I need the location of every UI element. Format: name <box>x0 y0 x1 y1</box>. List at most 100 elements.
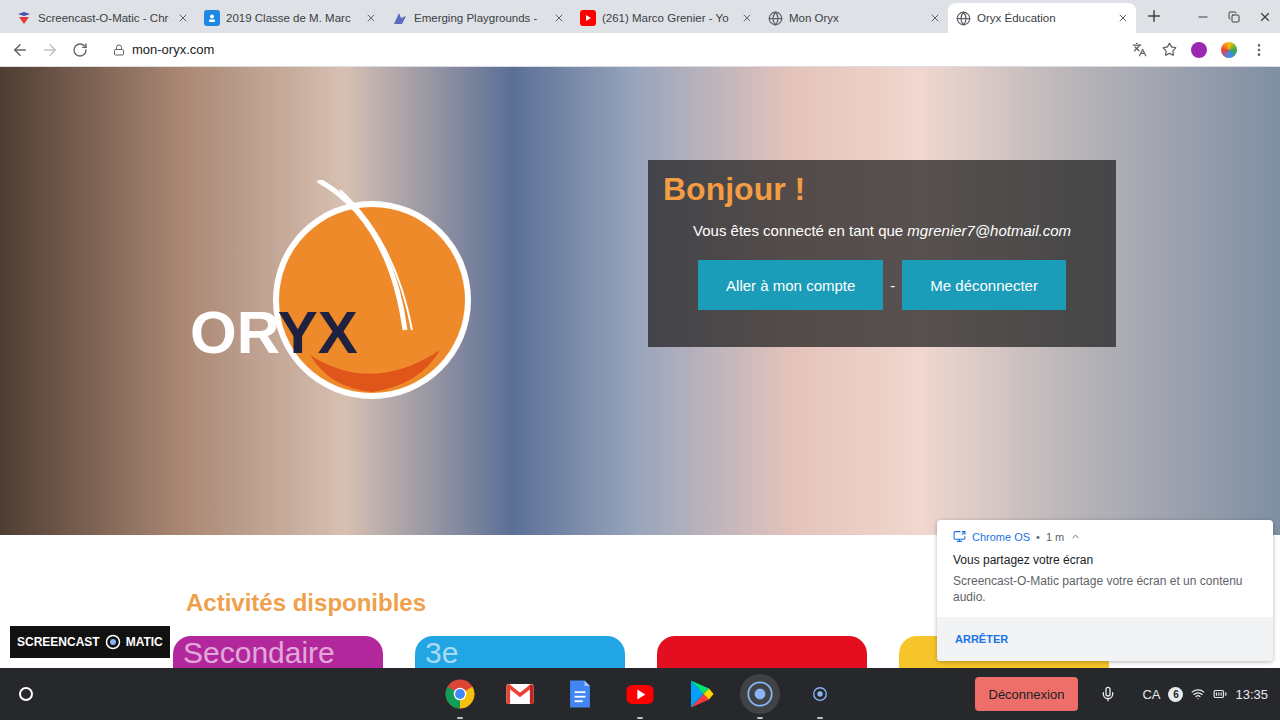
close-icon[interactable] <box>740 11 754 25</box>
shelf-app[interactable] <box>800 674 840 714</box>
extension-button[interactable] <box>1184 35 1214 65</box>
battery-icon <box>1213 687 1227 701</box>
extension-icon <box>1221 42 1237 58</box>
welcome-panel: Bonjour ! Vous êtes connecté en tant que … <box>648 160 1116 347</box>
tab-title: Screencast-O-Matic - Chr <box>38 12 170 24</box>
record-icon <box>105 634 121 650</box>
tab-title: (261) Marco Grenier - Yo <box>602 12 734 24</box>
youtube-icon <box>580 10 596 26</box>
shelf-app[interactable] <box>560 674 600 714</box>
screen: Screencast-O-Matic - Chr 2019 Classe de M… <box>0 0 1280 720</box>
close-icon[interactable] <box>928 11 942 25</box>
running-indicator <box>457 717 463 719</box>
extension-button[interactable] <box>1214 35 1244 65</box>
language: CA <box>1142 687 1160 702</box>
welcome-title: Bonjour ! <box>648 170 1116 208</box>
menu-icon <box>1251 42 1267 58</box>
translate-button[interactable] <box>1124 35 1154 65</box>
browser-tab[interactable]: Mon Oryx <box>760 3 948 33</box>
docs-icon <box>562 676 598 712</box>
account-button[interactable]: Aller à mon compte <box>698 260 883 310</box>
logout-button[interactable]: Me déconnecter <box>902 260 1066 310</box>
close-icon[interactable] <box>176 11 190 25</box>
extension-icon <box>1191 42 1207 58</box>
shelf-app[interactable] <box>500 674 540 714</box>
mic-icon[interactable] <box>1100 686 1116 702</box>
notification-badge: 6 <box>1168 687 1183 702</box>
notification: Chrome OS•1 mVous partagez votre écranSc… <box>937 520 1273 661</box>
browser-tab[interactable]: 2019 Classe de M. Marc <box>196 3 384 33</box>
address-text: mon-oryx.com <box>132 42 214 57</box>
chrome-icon <box>442 676 478 712</box>
activity-card[interactable] <box>657 636 867 668</box>
tab-title: Mon Oryx <box>789 12 922 24</box>
launcher-icon <box>19 687 33 701</box>
close-button[interactable] <box>1249 0 1280 33</box>
running-indicator <box>817 717 823 719</box>
activity-card[interactable]: 3e <box>415 636 625 668</box>
youtube-icon <box>622 676 658 712</box>
shelf-app[interactable] <box>740 674 780 714</box>
signout-button[interactable]: Déconnexion <box>975 677 1079 711</box>
shelf-app[interactable] <box>620 674 660 714</box>
close-icon[interactable] <box>364 11 378 25</box>
globe-icon <box>768 11 783 26</box>
clock: 13:35 <box>1235 687 1268 702</box>
classroom-icon <box>204 10 220 26</box>
close-icon <box>1258 10 1272 24</box>
browser-tab[interactable]: Screencast-O-Matic - Chr <box>8 3 196 33</box>
close-icon[interactable] <box>1116 11 1130 25</box>
tab-title: Oryx Éducation <box>977 12 1110 24</box>
web-page: ORYX Bonjour ! Vous êtes connecté en tant … <box>0 67 1280 668</box>
screen-share-icon <box>953 530 966 543</box>
minimize-icon <box>1196 10 1210 24</box>
menu-button[interactable] <box>1244 35 1274 65</box>
plus-icon <box>1145 7 1163 25</box>
system-tray[interactable]: CA 6 13:35 <box>1126 687 1272 702</box>
screencast-icon <box>16 10 32 26</box>
shelf-app[interactable] <box>440 674 480 714</box>
account-actions: Aller à mon compte-Me déconnecter <box>648 260 1116 310</box>
back-button[interactable] <box>5 35 35 65</box>
close-icon[interactable] <box>552 11 566 25</box>
running-indicator <box>637 717 643 719</box>
tab-title: Emerging Playgrounds - <box>414 12 546 24</box>
browser-tab[interactable]: (261) Marco Grenier - Yo <box>572 3 760 33</box>
restore-icon <box>1228 11 1240 23</box>
reload-icon <box>72 42 88 58</box>
lock-icon <box>113 44 125 56</box>
shelf: Déconnexion CA 6 13:35 <box>0 668 1280 720</box>
hero-photo: ORYX Bonjour ! Vous êtes connecté en tant … <box>0 67 1280 535</box>
notification-title: Vous partagez votre écran <box>953 553 1257 567</box>
status-area: Déconnexion CA 6 13:35 <box>975 677 1273 711</box>
address-bar[interactable]: mon-oryx.com <box>95 42 1124 57</box>
new-tab-button[interactable] <box>1140 2 1168 30</box>
gmail-icon <box>502 676 538 712</box>
launcher-button[interactable] <box>8 676 44 712</box>
browser-tab[interactable]: Emerging Playgrounds - <box>384 3 572 33</box>
running-indicator <box>757 717 763 719</box>
chevron-up-icon[interactable] <box>1070 531 1081 542</box>
restore-button[interactable] <box>1218 0 1249 33</box>
translate-icon <box>1132 42 1147 57</box>
screencast-icon <box>742 676 778 712</box>
forward-button[interactable] <box>35 35 65 65</box>
wifi-icon <box>1191 687 1205 701</box>
screencast-watermark: SCREENCASTMATIC <box>10 626 170 658</box>
playground-icon <box>392 10 408 26</box>
bookmark-button[interactable] <box>1154 35 1184 65</box>
browser-tab[interactable]: Oryx Éducation <box>948 3 1136 33</box>
notification-header: Chrome OS•1 m <box>953 530 1257 543</box>
globe-icon <box>956 11 971 26</box>
reload-button[interactable] <box>65 35 95 65</box>
stop-button[interactable]: ARRÊTER <box>955 629 1008 649</box>
separator: - <box>890 277 895 294</box>
pinned-apps <box>440 674 840 714</box>
login-message: Vous êtes connecté en tant que mgrenier7… <box>648 222 1116 240</box>
play-store-icon <box>682 676 718 712</box>
shelf-app[interactable] <box>680 674 720 714</box>
activity-card[interactable]: Secondaire <box>173 636 383 668</box>
toolbar: mon-oryx.com <box>0 33 1280 67</box>
minimize-button[interactable] <box>1187 0 1218 33</box>
oryx-logo: ORYX <box>190 180 480 410</box>
